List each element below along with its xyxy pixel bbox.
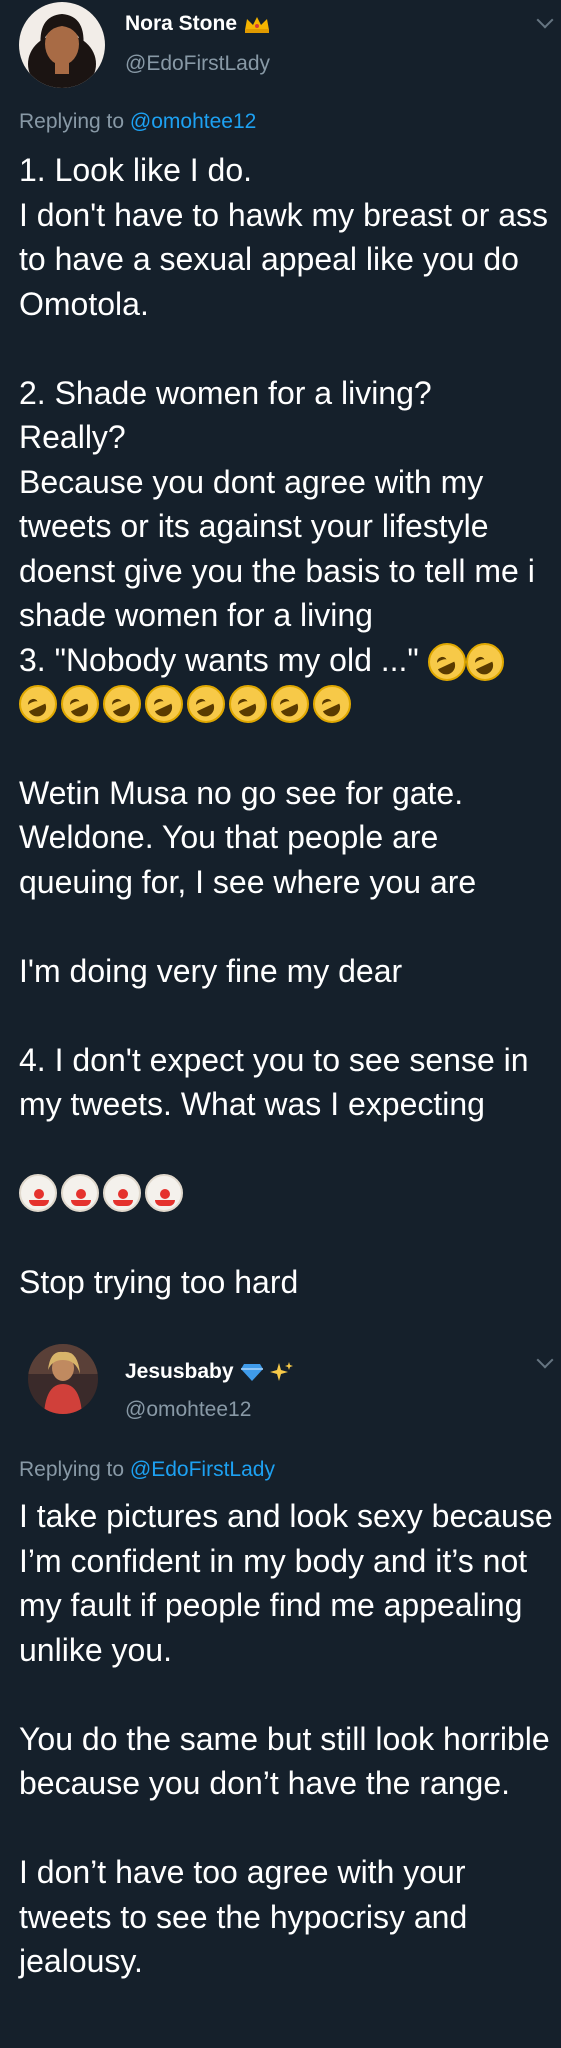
tweet-paragraph: Stop trying too hard — [19, 1263, 299, 1300]
tweet-paragraph: I don’t have too agree with your tweets … — [19, 1854, 477, 1979]
clown-face-emoji — [19, 1174, 57, 1212]
tweet-paragraph: 4. I don't expect you to see sense in my… — [19, 1041, 538, 1123]
tweet-text: 1. Look like I do. I don't have to hawk … — [19, 148, 554, 1304]
tweet-paragraph: I take pictures and look sexy because I’… — [19, 1498, 561, 1668]
blue-diamond-icon — [240, 1364, 263, 1381]
rolling-on-floor-laughing-emoji — [187, 685, 225, 723]
replying-to: Replying to @omohtee12 — [19, 110, 257, 133]
author-name[interactable]: Jesusbaby — [125, 1360, 294, 1384]
rolling-on-floor-laughing-emoji — [145, 685, 183, 723]
replying-to-link[interactable]: @omohtee12 — [130, 110, 256, 133]
rolling-on-floor-laughing-emoji — [427, 643, 466, 682]
rolling-on-floor-laughing-emoji — [229, 685, 267, 723]
rolling-on-floor-laughing-emoji — [19, 685, 57, 723]
rolling-on-floor-laughing-emoji — [61, 685, 99, 723]
author-handle[interactable]: @omohtee12 — [125, 1398, 251, 1422]
clown-face-emoji — [145, 1174, 183, 1212]
sparkles-icon — [269, 1362, 293, 1381]
rolling-on-floor-laughing-emoji — [465, 643, 504, 682]
chevron-down-icon[interactable] — [536, 1351, 554, 1369]
crown-icon — [245, 17, 270, 33]
tweet-paragraph: 1. Look like I do. I don't have to hawk … — [19, 152, 549, 322]
tweet-paragraph: I'm doing very fine my dear — [19, 952, 403, 989]
tweet-paragraph: Wetin Musa no go see for gate. Weldone. … — [19, 774, 477, 900]
emoji-row-clowns — [19, 1171, 554, 1215]
avatar-photo — [28, 1344, 98, 1414]
avatar-photo — [19, 2, 105, 88]
emoji-row-laughing — [19, 682, 554, 726]
tweet-paragraph: 2. Shade women for a living? Really? Bec… — [19, 371, 554, 683]
tweet-text: I take pictures and look sexy because I’… — [19, 1494, 554, 1984]
rolling-on-floor-laughing-emoji — [103, 685, 141, 723]
tweet-paragraph: You do the same but still look horrible … — [19, 1720, 559, 1802]
author-name[interactable]: Nora Stone — [125, 12, 271, 36]
author-handle[interactable]: @EdoFirstLady — [125, 52, 270, 76]
replying-to-link[interactable]: @EdoFirstLady — [130, 1458, 275, 1481]
replying-to: Replying to @EdoFirstLady — [19, 1458, 275, 1481]
rolling-on-floor-laughing-emoji — [313, 685, 351, 723]
avatar[interactable] — [28, 1344, 98, 1414]
clown-face-emoji — [61, 1174, 99, 1212]
clown-face-emoji — [103, 1174, 141, 1212]
avatar[interactable] — [19, 2, 105, 88]
chevron-down-icon[interactable] — [536, 11, 554, 29]
rolling-on-floor-laughing-emoji — [271, 685, 309, 723]
